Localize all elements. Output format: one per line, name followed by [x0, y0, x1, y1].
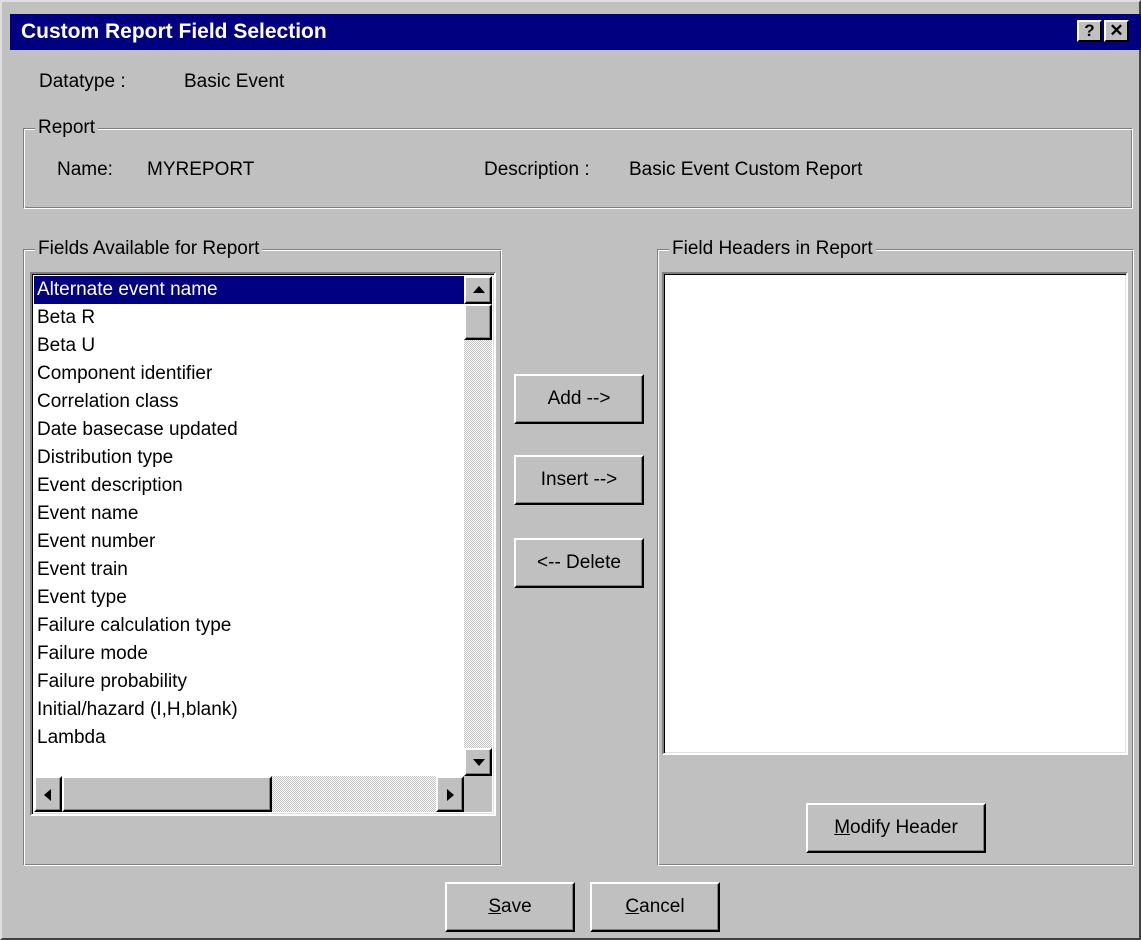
scroll-right-button[interactable] [436, 776, 464, 812]
save-button[interactable]: Save [445, 882, 575, 932]
list-item[interactable]: Failure calculation type [34, 612, 464, 640]
save-mnemonic: S [488, 896, 502, 917]
cancel-rest: ancel [639, 896, 685, 917]
add-button-label: Add --> [547, 388, 611, 409]
report-description-value: Basic Event Custom Report [629, 159, 863, 180]
save-button-label: Save [488, 896, 531, 918]
field-headers-legend: Field Headers in Report [669, 238, 876, 260]
list-item[interactable]: Lambda [34, 724, 464, 752]
scrollbar-corner [464, 776, 492, 812]
modify-header-button[interactable]: Modify Header [806, 803, 986, 853]
horizontal-scroll-thumb[interactable] [62, 776, 272, 812]
list-item[interactable]: Beta R [34, 304, 464, 332]
cancel-button[interactable]: Cancel [590, 882, 720, 932]
list-item[interactable]: Event name [34, 500, 464, 528]
list-item[interactable]: Beta U [34, 332, 464, 360]
help-icon: ? [1084, 21, 1095, 40]
list-item[interactable]: Failure mode [34, 640, 464, 668]
datatype-value: Basic Event [184, 71, 285, 92]
list-item[interactable]: Event number [34, 528, 464, 556]
delete-button-label: <-- Delete [537, 552, 621, 573]
close-icon: ✕ [1109, 21, 1124, 40]
insert-button-label: Insert --> [540, 469, 618, 490]
report-name-label: Name: [57, 159, 113, 180]
cancel-mnemonic: C [625, 896, 640, 917]
vertical-scrollbar[interactable] [464, 276, 492, 776]
delete-button[interactable]: <-- Delete [514, 538, 644, 588]
modify-header-button-label: Modify Header [834, 817, 958, 839]
list-item[interactable]: Failure probability [34, 668, 464, 696]
list-item[interactable]: Event train [34, 556, 464, 584]
report-legend: Report [35, 117, 99, 139]
list-item[interactable]: Event type [34, 584, 464, 612]
scroll-left-button[interactable] [34, 776, 62, 812]
list-item[interactable]: Date basecase updated [34, 416, 464, 444]
scroll-up-button[interactable] [464, 276, 492, 304]
help-button[interactable]: ? [1077, 20, 1102, 42]
list-item[interactable]: Component identifier [34, 360, 464, 388]
insert-button[interactable]: Insert --> [514, 455, 644, 505]
dialog-window: Custom Report Field Selection ? ✕ Dataty… [0, 0, 1141, 940]
cancel-button-label: Cancel [625, 896, 684, 918]
list-item[interactable]: Alternate event name [34, 276, 464, 304]
window-title: Custom Report Field Selection [21, 20, 327, 43]
arrow-up-icon [473, 286, 485, 293]
datatype-label: Datatype : [39, 71, 126, 92]
list-item[interactable]: Initial/hazard (I,H,blank) [34, 696, 464, 724]
list-item[interactable]: Event description [34, 472, 464, 500]
vertical-scroll-thumb[interactable] [464, 304, 492, 340]
list-item[interactable]: Correlation class [34, 388, 464, 416]
scroll-down-button[interactable] [464, 748, 492, 776]
available-fields-list[interactable]: Alternate event name Beta R Beta U Componen… [34, 276, 464, 776]
arrow-left-icon [44, 789, 51, 801]
field-headers-listbox[interactable] [662, 272, 1128, 755]
arrow-down-icon [473, 759, 485, 766]
report-description-label: Description : [484, 159, 590, 180]
close-button[interactable]: ✕ [1104, 20, 1129, 42]
list-item[interactable]: Distribution type [34, 444, 464, 472]
modify-header-mnemonic: M [834, 817, 851, 838]
add-button[interactable]: Add --> [514, 374, 644, 424]
modify-header-rest: odify Header [850, 817, 958, 838]
report-name-value: MYREPORT [147, 159, 255, 180]
arrow-right-icon [447, 789, 454, 801]
save-rest: ave [501, 896, 532, 917]
title-bar[interactable]: Custom Report Field Selection ? ✕ [10, 14, 1141, 50]
available-fields-legend: Fields Available for Report [35, 238, 263, 260]
